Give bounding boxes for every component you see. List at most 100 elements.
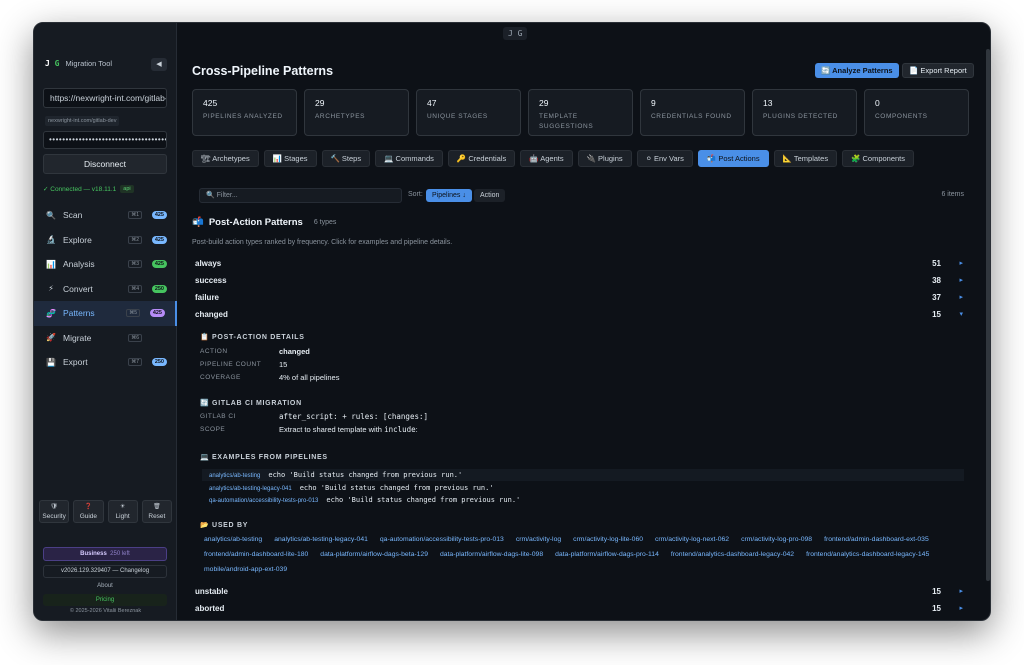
stat-label: TEMPLATE SUGGESTIONS	[539, 113, 594, 130]
pricing-link[interactable]: Pricing	[43, 594, 167, 606]
used-by-pipeline-link[interactable]: crm/activity-log-next-062	[655, 535, 729, 545]
chevron-right-icon[interactable]: ▸	[959, 584, 963, 600]
chevron-down-icon[interactable]: ▾	[959, 307, 963, 323]
sort-action-button[interactable]: Action	[474, 189, 506, 202]
coverage-label: COVERAGE	[200, 374, 241, 381]
tab-steps[interactable]: 🔨 Steps	[321, 150, 371, 167]
used-by-pipeline-link[interactable]: frontend/admin-dashboard-ext-035	[824, 535, 929, 545]
used-by-pipeline-link[interactable]: crm/activity-log	[516, 535, 561, 545]
filter-input[interactable]: 🔍 Filter...	[199, 188, 402, 203]
post-action-name: unstable	[195, 587, 228, 596]
tab-archetypes[interactable]: 🏗 Archetypes	[192, 150, 259, 167]
tool-label: Security	[42, 513, 66, 520]
plan-badge[interactable]: Business 250 left	[43, 547, 167, 561]
stat-card: 29 ARCHETYPES	[304, 89, 409, 136]
used-by-pipeline-link[interactable]: crm/activity-log-lite-060	[573, 535, 643, 545]
sidebar-item-convert[interactable]: ⚡ Convert ⌘4 250	[34, 277, 177, 302]
post-action-row[interactable]: failure 37 ▸	[192, 290, 967, 306]
sidebar-item-analysis[interactable]: 📊 Analysis ⌘3 425	[34, 252, 177, 277]
explore-icon: 🔬	[46, 235, 56, 245]
shortcut-hint: ⌘6	[128, 333, 142, 342]
coverage-value: 4% of all pipelines	[279, 373, 340, 382]
tab-stages[interactable]: 📊 Stages	[263, 150, 317, 167]
post-action-row[interactable]: always 51 ▸	[192, 256, 967, 272]
plan-remaining: 250 left	[110, 551, 130, 557]
used-by-pipeline-link[interactable]: frontend/analytics-dashboard-legacy-042	[671, 550, 794, 560]
chevron-right-icon[interactable]: ▸	[959, 601, 963, 617]
used-by-pipeline-link[interactable]: data-platform/airflow-dags-lite-098	[440, 550, 543, 560]
chevron-right-icon[interactable]: ▸	[959, 256, 963, 272]
sidebar-item-scan[interactable]: 🔍 Scan ⌘1 425	[34, 203, 177, 228]
tab-agents[interactable]: 🤖 Agents	[520, 150, 573, 167]
sidebar-item-explore[interactable]: 🔬 Explore ⌘2 425	[34, 228, 177, 253]
example-pipeline-link[interactable]: analytics/ab-testing-legacy-041	[209, 486, 292, 492]
token-input[interactable]: •••••••••••••••••••••••••••••••••••••	[43, 131, 167, 149]
example-pipeline-link[interactable]: qa-automation/accessibility-tests-pro-01…	[209, 498, 318, 504]
brand-logo: J G	[45, 59, 60, 68]
scope-suffix: :	[415, 425, 418, 434]
brand-name: Migration Tool	[65, 59, 113, 68]
gitlab-ci-label: GITLAB CI	[200, 413, 236, 420]
item-count: 6 items	[941, 191, 964, 198]
used-by-pipeline-link[interactable]: crm/activity-log-pro-098	[741, 535, 812, 545]
post-action-row[interactable]: unstable 15 ▸	[192, 584, 967, 600]
used-by-pipeline-link[interactable]: data-platform/airflow-dags-beta-129	[320, 550, 428, 560]
stat-value: 0	[875, 98, 880, 108]
export-report-button[interactable]: 📄 Export Report	[902, 63, 974, 78]
post-action-row[interactable]: success 38 ▸	[192, 273, 967, 289]
used-by-pipeline-link[interactable]: frontend/analytics-dashboard-legacy-145	[806, 550, 929, 560]
disconnect-button[interactable]: Disconnect	[43, 154, 167, 174]
count-badge: 425	[151, 211, 167, 220]
analyze-patterns-button[interactable]: 🔄 Analyze Patterns	[815, 63, 899, 78]
used-by-pipeline-link[interactable]: data-platform/airflow-dags-pro-114	[555, 550, 659, 560]
example-command: echo 'Build status changed from previous…	[326, 496, 521, 504]
stat-value: 425	[203, 98, 218, 108]
used-by-pipeline-link[interactable]: analytics/ab-testing-legacy-041	[274, 535, 368, 545]
gitlab-url-input[interactable]: https://nexwright-int.com/gitlab-dev	[43, 88, 167, 108]
shortcut-hint: ⌘5	[126, 309, 140, 318]
post-action-row[interactable]: aborted 15 ▸	[192, 601, 967, 617]
example-pipeline-link[interactable]: analytics/ab-testing	[209, 473, 260, 479]
copyright: © 2025-2026 Vitalii Bereznak	[69, 608, 142, 614]
version-changelog[interactable]: v2026.129.329407 — Changelog	[43, 565, 167, 578]
tab-templates[interactable]: 📐 Templates	[773, 150, 838, 167]
stat-label: PLUGINS DETECTED	[763, 113, 838, 120]
guide-button[interactable]: ❓ Guide	[73, 500, 104, 523]
used-by-pipeline-link[interactable]: qa-automation/accessibility-tests-pro-01…	[380, 535, 504, 545]
mailbox-icon: 📬	[192, 217, 204, 228]
chevron-right-icon[interactable]: ▸	[959, 273, 963, 289]
tool-label: Light	[115, 513, 130, 520]
light-button[interactable]: ☀ Light	[107, 500, 138, 523]
chevron-right-icon[interactable]: ▸	[959, 290, 963, 306]
sidebar-item-patterns[interactable]: 🧬 Patterns ⌘5 425	[34, 301, 177, 326]
tab-env-vars[interactable]: ⚪ Env Vars	[636, 150, 693, 167]
post-action-row[interactable]: changed 15 ▾	[192, 307, 967, 323]
main-scrollbar[interactable]	[986, 49, 990, 581]
post-action-count: 37	[932, 293, 941, 302]
convert-icon: ⚡	[48, 284, 54, 294]
security-button[interactable]: 🛡 Security	[39, 500, 70, 523]
tab-credentials[interactable]: 🔑 Credentials	[447, 150, 516, 167]
reset-icon: 🗑	[153, 504, 161, 510]
used-by-pipeline-link[interactable]: mobile/android-app-ext-039	[204, 565, 287, 575]
sidebar-item-export[interactable]: 💾 Export ⌘7 250	[34, 350, 177, 375]
used-by-pipeline-link[interactable]: analytics/ab-testing	[204, 535, 262, 545]
reset-button[interactable]: 🗑 Reset	[141, 500, 172, 523]
sort-pipelines-button[interactable]: Pipelines ↓	[426, 189, 472, 202]
pipeline-count-value: 15	[279, 360, 288, 369]
example-command: echo 'Build status changed from previous…	[268, 471, 463, 479]
tab-post-actions[interactable]: 📬 Post Actions	[697, 150, 769, 167]
sidebar-item-label: Export	[63, 357, 88, 368]
tool-label: Guide	[79, 513, 98, 520]
example-row: analytics/ab-testing-legacy-041 echo 'Bui…	[202, 482, 964, 494]
example-command: echo 'Build status changed from previous…	[299, 483, 494, 492]
collapse-sidebar-button[interactable]: ◀	[151, 58, 167, 71]
tab-components[interactable]: 🧩 Components	[842, 150, 915, 167]
sidebar-item-migrate[interactable]: 🚀 Migrate ⌘6	[34, 326, 177, 351]
used-by-pipeline-link[interactable]: frontend/admin-dashboard-lite-180	[204, 550, 308, 560]
tab-plugins[interactable]: 🔌 Plugins	[577, 150, 632, 167]
about-link[interactable]: About	[43, 580, 167, 592]
main-content: Cross-Pipeline Patterns 🔄 Analyze Patter…	[177, 23, 990, 620]
security-icon: 🛡	[50, 504, 58, 510]
tab-commands[interactable]: 💻 Commands	[375, 150, 443, 167]
